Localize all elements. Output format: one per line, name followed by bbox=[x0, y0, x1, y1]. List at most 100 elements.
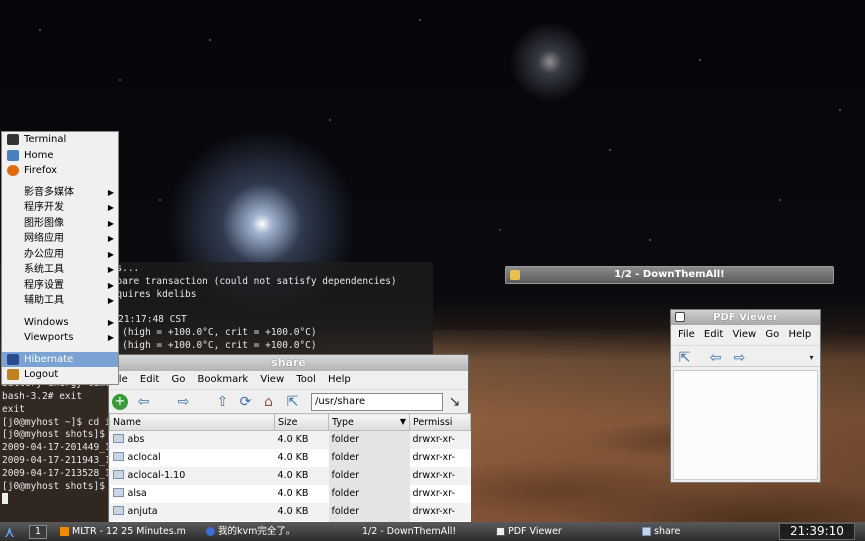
open-file-icon[interactable]: ⇱ bbox=[676, 350, 693, 366]
start-menu-item[interactable]: 图形图像 ▶ bbox=[2, 216, 118, 232]
go-icon[interactable]: ↘ bbox=[446, 394, 463, 410]
table-row[interactable]: anjuta 4.0 KB folder drwxr-xr- bbox=[109, 502, 471, 521]
folder-icon bbox=[112, 452, 124, 461]
file-size-cell: 4.0 KB bbox=[274, 430, 329, 449]
file-permission: drwxr-xr- bbox=[412, 470, 455, 481]
pdf-app-icon bbox=[496, 527, 505, 536]
start-menu-item[interactable]: 系统工具 ▶ bbox=[2, 262, 118, 278]
downthemall-window[interactable]: 1/2 - DownThemAll! bbox=[505, 266, 834, 284]
task-label: share bbox=[654, 526, 681, 537]
pdf-viewer-titlebar[interactable]: PDF Viewer bbox=[671, 310, 820, 325]
forward-arrow-icon[interactable]: ⇨ bbox=[175, 394, 192, 410]
pdf-menu-file[interactable]: File bbox=[678, 329, 695, 340]
column-type[interactable]: Type ▼ bbox=[328, 413, 410, 431]
home-icon bbox=[7, 149, 19, 161]
sort-down-icon: ▼ bbox=[399, 416, 406, 426]
table-row[interactable]: aclocal 4.0 KB folder drwxr-xr- bbox=[109, 448, 471, 467]
task-firefox[interactable]: 我的kvm完全了。 bbox=[204, 524, 354, 539]
start-menu-item[interactable]: Hibernate bbox=[2, 351, 118, 367]
task-label: MLTR - 12 25 Minutes.m bbox=[72, 526, 186, 537]
task-downthemall[interactable]: 1/2 - DownThemAll! bbox=[356, 524, 486, 539]
file-size: 4.0 KB bbox=[277, 488, 309, 499]
start-menu-item[interactable]: Terminal bbox=[2, 132, 118, 148]
file-permission: drwxr-xr- bbox=[412, 506, 455, 517]
open-terminal-icon[interactable]: ⇱ bbox=[284, 394, 301, 410]
task-label: 我的kvm完全了。 bbox=[218, 526, 296, 537]
desktop-switcher[interactable]: 1 bbox=[29, 525, 47, 539]
fm-menu-bookmark[interactable]: Bookmark bbox=[198, 374, 249, 385]
column-name[interactable]: Name bbox=[109, 413, 275, 431]
logout-icon bbox=[7, 369, 19, 380]
file-manager-titlebar[interactable]: share bbox=[109, 355, 468, 371]
task-pdf-viewer[interactable]: PDF Viewer bbox=[494, 524, 632, 539]
start-menu-item-label: Firefox bbox=[24, 165, 58, 176]
start-menu-item-label: 网络应用 bbox=[24, 233, 64, 244]
pdf-menu-help[interactable]: Help bbox=[788, 329, 811, 340]
task-music-player[interactable]: MLTR - 12 25 Minutes.m bbox=[58, 524, 200, 539]
pdf-document-area[interactable] bbox=[673, 370, 818, 480]
folder-icon bbox=[112, 506, 124, 515]
file-size-cell: 4.0 KB bbox=[274, 448, 329, 467]
pdf-menu-go[interactable]: Go bbox=[765, 329, 779, 340]
file-name-cell: alsa bbox=[109, 484, 275, 503]
start-menu-item[interactable]: Windows ▶ bbox=[2, 315, 118, 331]
file-name: abs bbox=[127, 434, 145, 446]
file-list: Name Size Type ▼ Permissi abs 4.0 KB folder… bbox=[109, 413, 471, 539]
pdf-menu-edit[interactable]: Edit bbox=[704, 329, 723, 340]
file-type-cell: folder bbox=[328, 430, 410, 449]
address-input[interactable]: /usr/share bbox=[311, 393, 443, 411]
vlc-icon bbox=[60, 527, 69, 536]
fm-menu-go[interactable]: Go bbox=[171, 374, 185, 385]
start-menu-item[interactable]: 办公应用 ▶ bbox=[2, 247, 118, 263]
new-tab-plus-icon[interactable]: + bbox=[112, 394, 128, 410]
table-row[interactable]: aclocal-1.10 4.0 KB folder drwxr-xr- bbox=[109, 466, 471, 485]
start-menu-item[interactable]: 影音多媒体 ▶ bbox=[2, 185, 118, 201]
start-menu-item[interactable]: 辅助工具 ▶ bbox=[2, 293, 118, 309]
up-arrow-icon[interactable]: ⇧ bbox=[214, 394, 231, 410]
file-type: folder bbox=[331, 452, 360, 463]
task-file-manager[interactable]: share bbox=[640, 524, 772, 539]
column-size[interactable]: Size bbox=[274, 413, 329, 431]
table-row[interactable]: alsa 4.0 KB folder drwxr-xr- bbox=[109, 484, 471, 503]
start-menu-item-label: Viewports bbox=[24, 332, 74, 343]
reload-icon[interactable]: ⟳ bbox=[237, 394, 254, 410]
file-name: alsa bbox=[127, 488, 147, 499]
fm-menu-view[interactable]: View bbox=[260, 374, 284, 385]
submenu-arrow-icon: ▶ bbox=[107, 249, 114, 259]
file-permission-cell: drwxr-xr- bbox=[409, 430, 471, 449]
back-arrow-icon[interactable]: ⇦ bbox=[135, 394, 152, 410]
task-label: 1/2 - DownThemAll! bbox=[362, 526, 457, 537]
start-menu-item[interactable]: Home bbox=[2, 148, 118, 164]
table-row[interactable]: abs 4.0 KB folder drwxr-xr- bbox=[109, 430, 471, 449]
file-name: anjuta bbox=[127, 506, 158, 517]
folder-icon bbox=[112, 488, 124, 497]
start-menu-item[interactable]: Viewports ▶ bbox=[2, 330, 118, 346]
file-manager-window[interactable]: share File Edit Go Bookmark View Tool He… bbox=[108, 354, 471, 539]
back-arrow-icon[interactable]: ⇦ bbox=[707, 350, 724, 366]
file-permission-cell: drwxr-xr- bbox=[409, 502, 471, 521]
start-menu-item[interactable]: 程序设置 ▶ bbox=[2, 278, 118, 294]
fm-menu-edit[interactable]: Edit bbox=[140, 374, 159, 385]
home-icon[interactable]: ⌂ bbox=[260, 394, 277, 410]
start-menu-item-label: 系统工具 bbox=[24, 264, 64, 275]
start-menu-item[interactable]: 网络应用 ▶ bbox=[2, 231, 118, 247]
pdf-menu-view[interactable]: View bbox=[732, 329, 756, 340]
start-menu-item-label: 辅助工具 bbox=[24, 295, 64, 306]
start-menu-item[interactable]: Firefox bbox=[2, 163, 118, 179]
start-menu-item[interactable]: 程序开发 ▶ bbox=[2, 200, 118, 216]
forward-arrow-icon[interactable]: ⇨ bbox=[731, 350, 748, 366]
fm-menu-tool[interactable]: Tool bbox=[296, 374, 315, 385]
start-menu-item-label: 影音多媒体 bbox=[24, 186, 74, 198]
chevron-down-icon[interactable]: ▾ bbox=[803, 350, 820, 366]
file-size-cell: 4.0 KB bbox=[274, 466, 329, 485]
fm-menu-help[interactable]: Help bbox=[328, 374, 351, 385]
file-size: 4.0 KB bbox=[277, 452, 309, 463]
clock[interactable]: 21:39:10 bbox=[779, 523, 855, 540]
start-menu-icon[interactable]: ⋏ bbox=[4, 523, 15, 541]
column-permission[interactable]: Permissi bbox=[409, 413, 471, 431]
pdf-viewer-window[interactable]: PDF Viewer File Edit View Go Help ⇱ ⇦ ⇨ … bbox=[670, 309, 821, 483]
file-permission: drwxr-xr- bbox=[412, 434, 455, 446]
start-menu-item[interactable]: Logout bbox=[2, 367, 118, 383]
fm-toolbar: + ⇦ ⇨ ⇧ ⟳ ⌂ ⇱ /usr/share ↘ bbox=[109, 389, 468, 413]
file-type: folder bbox=[331, 434, 360, 446]
